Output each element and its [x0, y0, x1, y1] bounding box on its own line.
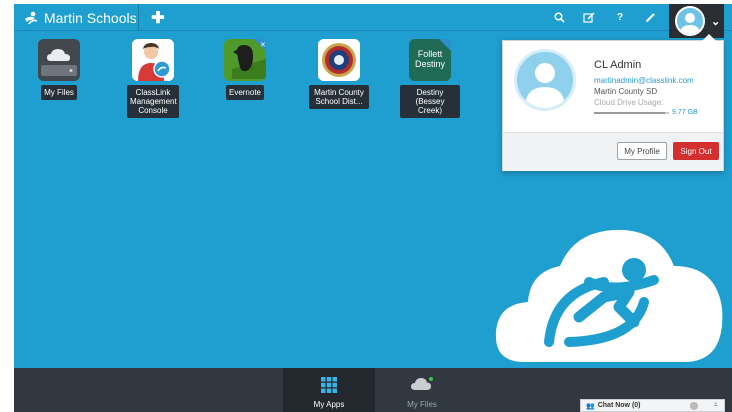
bottom-bar: My Apps My Files 👥 Chat Now (0) ⩡ — [14, 368, 732, 412]
cloud-usage-bar — [594, 112, 669, 114]
evernote-icon: ✕ — [224, 39, 266, 81]
app-label: My Files — [41, 85, 77, 100]
brand[interactable]: Martin Schools — [14, 4, 139, 31]
app-label: Evernote — [225, 85, 265, 100]
user-org: Martin County SD — [594, 87, 658, 96]
help-button[interactable]: ? — [605, 4, 635, 31]
app-label: Martin County School Dist... — [309, 85, 369, 109]
tab-label: My Files — [407, 400, 437, 409]
tab-label: My Apps — [313, 400, 345, 409]
user-email[interactable]: martinadmin@classlink.com — [594, 76, 694, 85]
cloud-usage-value: 9.77 GB — [672, 109, 698, 116]
classlink-console-icon — [132, 39, 174, 81]
app-tile-evernote[interactable]: ✕ Evernote — [210, 39, 280, 100]
expand-chat-icon[interactable]: ⩡ — [713, 400, 718, 410]
profile-dropdown: CL Admin martinadmin@classlink.com Marti… — [502, 34, 724, 171]
app-label: ClassLink Management Console — [127, 85, 179, 118]
plus-icon: ✚ — [151, 9, 165, 27]
top-bar: Martin Schools ✚ ? ⌄ — [14, 4, 732, 38]
tab-my-files[interactable]: My Files — [376, 368, 468, 412]
tab-my-apps[interactable]: My Apps — [283, 368, 375, 412]
follett-destiny-icon: Follett Destiny — [409, 39, 451, 81]
app-tile-destiny[interactable]: Follett Destiny Destiny (Bessey Creek) — [395, 39, 465, 118]
app-label: Destiny (Bessey Creek) — [400, 85, 460, 118]
dropdown-arrow — [702, 34, 716, 41]
pencil-icon — [645, 13, 655, 22]
add-app-button[interactable]: ✚ — [144, 4, 172, 31]
pencil-button[interactable] — [635, 4, 665, 31]
app-tile-martin-county[interactable]: Martin County School Dist... — [304, 39, 374, 109]
profile-avatar — [514, 49, 576, 111]
chat-now-widget[interactable]: 👥 Chat Now (0) ⩡ — [580, 399, 725, 412]
sign-out-button[interactable]: Sign Out — [673, 142, 719, 160]
svg-text:✕: ✕ — [260, 41, 266, 49]
search-button[interactable] — [544, 4, 574, 31]
dropdown-footer: My Profile Sign Out — [503, 132, 723, 171]
my-profile-button[interactable]: My Profile — [617, 142, 667, 160]
chevron-down-icon: ⌄ — [711, 15, 721, 28]
cloud-usage-fill — [594, 112, 666, 114]
profile-menu-button[interactable]: ⌄ — [669, 4, 724, 38]
user-silhouette-icon — [525, 63, 565, 108]
classlink-logo-icon — [25, 11, 38, 24]
chat-status-icon — [690, 402, 698, 410]
help-icon: ? — [616, 12, 624, 23]
app-tile-classlink-console[interactable]: ClassLink Management Console — [118, 39, 188, 118]
app-window: Martin Schools ✚ ? ⌄ My Files ClassLink … — [14, 4, 732, 412]
classlink-cloud-logo-icon — [495, 229, 723, 362]
cloud-usage-label: Cloud Drive Usage: — [594, 98, 664, 107]
hard-drive-icon — [38, 39, 80, 81]
avatar — [675, 6, 705, 36]
brand-name: Martin Schools — [44, 9, 137, 26]
grid-icon — [321, 377, 337, 393]
chat-label: Chat Now (0) — [597, 402, 641, 409]
chat-users-icon: 👥 — [586, 402, 595, 410]
user-name: CL Admin — [594, 59, 642, 71]
follett-destiny-text: Follett Destiny — [414, 49, 445, 69]
school-seal-icon — [318, 39, 360, 81]
search-icon — [553, 12, 565, 23]
edit-square-icon — [583, 12, 595, 23]
app-tile-my-files[interactable]: My Files — [24, 39, 94, 100]
cloud-icon — [411, 377, 433, 390]
user-silhouette-icon — [680, 13, 700, 34]
edit-apps-button[interactable] — [574, 4, 604, 31]
